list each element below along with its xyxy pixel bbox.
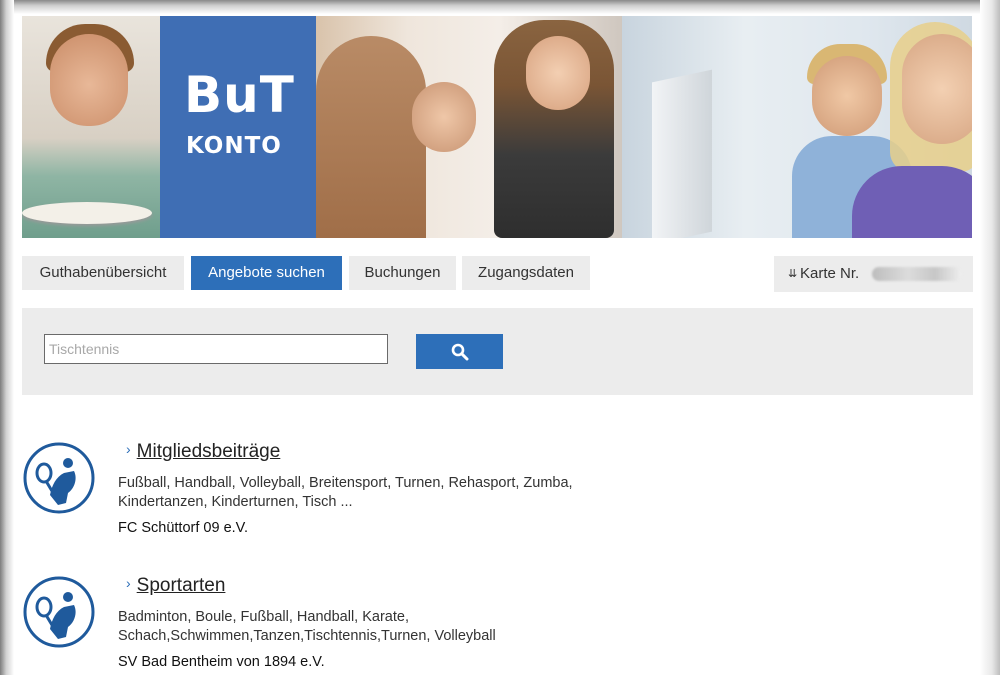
result-title-link[interactable]: Mitgliedsbeiträge bbox=[137, 441, 281, 462]
result-organization: FC Schüttorf 09 e.V. bbox=[118, 520, 249, 536]
tab-guthabenuebersicht[interactable]: Guthabenübersicht bbox=[22, 256, 184, 290]
sport-person-icon bbox=[23, 576, 95, 648]
window-frame-left bbox=[0, 0, 14, 675]
result-description: Fußball, Handball, Volleyball, Breitensp… bbox=[118, 475, 573, 510]
list-item: › Sportarten Badminton, Boule, Fußball, H… bbox=[22, 575, 722, 675]
download-arrow-icon: ⇊ bbox=[788, 268, 798, 280]
result-organization: SV Bad Bentheim von 1894 e.V. bbox=[118, 654, 325, 670]
window-frame-right bbox=[980, 0, 1000, 675]
banner-photo-boy bbox=[22, 16, 160, 238]
banner-photo-teacher bbox=[316, 16, 622, 238]
logo-title: BuT bbox=[184, 66, 295, 124]
chevron-right-icon: › bbox=[126, 441, 131, 457]
brand-logo: BuT KONTO bbox=[160, 16, 316, 238]
search-input[interactable] bbox=[44, 334, 388, 364]
card-number-blurred bbox=[872, 267, 962, 281]
chevron-right-icon: › bbox=[126, 575, 131, 591]
search-icon bbox=[451, 343, 469, 361]
card-number-button[interactable]: ⇊ Karte Nr. bbox=[774, 256, 973, 292]
tab-zugangsdaten[interactable]: Zugangsdaten bbox=[462, 256, 590, 290]
window-frame-top bbox=[0, 0, 1000, 14]
search-button[interactable] bbox=[416, 334, 503, 369]
sport-person-icon bbox=[23, 442, 95, 514]
search-panel bbox=[22, 308, 973, 395]
tab-buchungen[interactable]: Buchungen bbox=[349, 256, 456, 290]
header-banner: BuT KONTO bbox=[22, 16, 972, 238]
banner-photo-computer-kids bbox=[622, 16, 972, 238]
list-item: › Mitgliedsbeiträge Fußball, Handball, Vo… bbox=[22, 441, 722, 551]
card-label: Karte Nr. bbox=[800, 265, 860, 282]
result-title-link[interactable]: Sportarten bbox=[137, 575, 226, 596]
logo-subtitle: KONTO bbox=[186, 133, 282, 159]
result-description: Badminton, Boule, Fußball, Handball, Kar… bbox=[118, 609, 496, 644]
tab-angebote-suchen[interactable]: Angebote suchen bbox=[191, 256, 342, 290]
